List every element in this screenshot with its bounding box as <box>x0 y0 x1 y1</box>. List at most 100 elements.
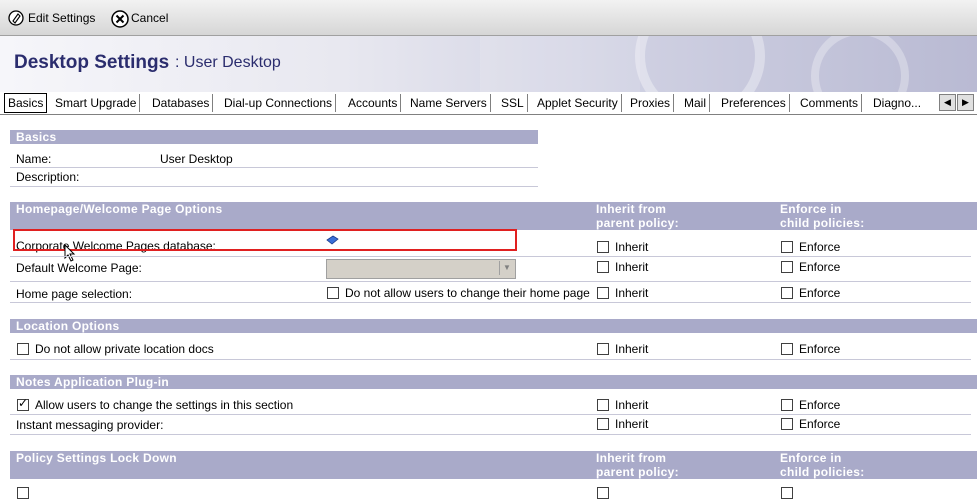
inherit-lockdown-checkbox-partial[interactable] <box>597 485 609 499</box>
divider <box>10 414 971 415</box>
tab-name-servers[interactable]: Name Servers <box>407 94 491 112</box>
inherit-location-checkbox[interactable]: Inherit <box>597 342 648 356</box>
description-label: Description: <box>16 170 80 184</box>
checkbox-box[interactable] <box>327 287 339 299</box>
tab-proxies[interactable]: Proxies <box>627 94 675 112</box>
im-provider-label: Instant messaging provider: <box>16 418 164 432</box>
cancel-button[interactable]: Cancel <box>111 7 168 29</box>
checkbox-box[interactable] <box>597 261 609 273</box>
enforce-lockdown-checkbox-partial[interactable] <box>781 485 793 499</box>
close-icon <box>111 10 129 28</box>
tab-scroll-right-icon[interactable]: ▶ <box>957 94 974 111</box>
default-welcome-page-select[interactable]: ▼ <box>326 259 516 279</box>
inherit-plugin-checkbox[interactable]: Inherit <box>597 398 648 412</box>
location-section-header: Location Options <box>10 319 977 333</box>
highlight-box <box>13 229 517 251</box>
no-change-home-page-checkbox[interactable]: Do not allow users to change their home … <box>327 286 590 300</box>
enforce-column-header-line2: child policies: <box>780 465 865 479</box>
checkbox-box[interactable] <box>781 287 793 299</box>
tab-diagnostics[interactable]: Diagno... <box>870 94 924 112</box>
enforce-label: Enforce <box>799 417 841 431</box>
home-page-selection-label: Home page selection: <box>16 287 133 301</box>
tab-scroll-controls: ◀ ▶ <box>939 94 974 111</box>
plugin-section-header: Notes Application Plug-in <box>10 375 977 389</box>
divider <box>10 186 538 187</box>
checkbox-box[interactable] <box>597 241 609 253</box>
enforce-label: Enforce <box>799 286 841 300</box>
no-change-home-page-label: Do not allow users to change their home … <box>345 286 590 300</box>
tab-preferences[interactable]: Preferences <box>718 94 790 112</box>
enforce-column-header: Enforce in <box>780 202 842 216</box>
homepage-section-header: Homepage/Welcome Page Options Inherit fr… <box>10 202 977 230</box>
enforce-location-checkbox[interactable]: Enforce <box>781 342 840 356</box>
tab-applet-security[interactable]: Applet Security <box>534 94 622 112</box>
checkbox-box[interactable] <box>17 396 29 411</box>
inherit-label: Inherit <box>615 398 649 412</box>
divider <box>10 434 971 435</box>
inherit-column-header-line2: parent policy: <box>596 216 679 230</box>
inherit-im-checkbox[interactable]: Inherit <box>597 417 648 431</box>
checkbox-box[interactable] <box>17 486 29 499</box>
enforce-im-checkbox[interactable]: Enforce <box>781 417 840 431</box>
inherit-column-header-line2: parent policy: <box>596 465 679 479</box>
inherit-default-checkbox[interactable]: Inherit <box>597 260 648 274</box>
tab-mail[interactable]: Mail <box>681 94 711 112</box>
page-title: Desktop Settings <box>14 52 170 73</box>
inherit-homesel-checkbox[interactable]: Inherit <box>597 286 648 300</box>
checkbox-box[interactable] <box>781 399 793 411</box>
checkbox-box[interactable] <box>597 343 609 355</box>
enforce-corp-checkbox[interactable]: Enforce <box>781 240 840 254</box>
enforce-column-header: Enforce in <box>780 451 842 465</box>
allow-change-settings-checkbox[interactable]: Allow users to change the settings in th… <box>17 396 293 412</box>
name-value: User Desktop <box>160 152 233 166</box>
tab-scroll-left-icon[interactable]: ◀ <box>939 94 956 111</box>
divider <box>10 167 538 168</box>
enforce-plugin-checkbox[interactable]: Enforce <box>781 398 840 412</box>
inherit-column-header: Inherit from <box>596 451 667 465</box>
tab-accounts[interactable]: Accounts <box>345 94 402 112</box>
inherit-label: Inherit <box>615 342 649 356</box>
tab-dialup-connections[interactable]: Dial-up Connections <box>221 94 337 112</box>
checkbox-box[interactable] <box>781 343 793 355</box>
checkbox-box[interactable] <box>597 287 609 299</box>
inherit-column-header: Inherit from <box>596 202 667 216</box>
checkbox-box[interactable] <box>781 486 793 499</box>
tab-smart-upgrade[interactable]: Smart Upgrade <box>52 94 141 112</box>
tab-ssl[interactable]: SSL <box>498 94 528 112</box>
inherit-corp-checkbox[interactable]: Inherit <box>597 240 648 254</box>
enforce-label: Enforce <box>799 240 841 254</box>
tab-databases[interactable]: Databases <box>149 94 214 112</box>
lockdown-checkbox-partial[interactable] <box>17 485 29 499</box>
name-label: Name: <box>16 152 52 166</box>
checkbox-box[interactable] <box>781 418 793 430</box>
lockdown-section-title: Policy Settings Lock Down <box>16 451 177 465</box>
divider <box>10 302 971 303</box>
enforce-label: Enforce <box>799 260 841 274</box>
enforce-homesel-checkbox[interactable]: Enforce <box>781 286 840 300</box>
checkbox-box[interactable] <box>17 343 29 355</box>
tab-basics[interactable]: Basics <box>4 93 48 113</box>
checkbox-box[interactable] <box>781 261 793 273</box>
tab-comments[interactable]: Comments <box>797 94 863 112</box>
no-private-location-label: Do not allow private location docs <box>35 342 214 356</box>
enforce-default-checkbox[interactable]: Enforce <box>781 260 840 274</box>
page-subtitle: : User Desktop <box>175 54 281 71</box>
divider <box>10 359 971 360</box>
edit-settings-button[interactable]: Edit Settings <box>8 7 95 29</box>
enforce-column-header-line2: child policies: <box>780 216 865 230</box>
checkbox-box[interactable] <box>597 418 609 430</box>
chevron-down-icon: ▼ <box>499 261 514 275</box>
checkbox-box[interactable] <box>597 399 609 411</box>
inherit-label: Inherit <box>615 417 649 431</box>
no-private-location-checkbox[interactable]: Do not allow private location docs <box>17 342 214 356</box>
default-welcome-page-label: Default Welcome Page: <box>16 261 142 275</box>
inherit-label: Inherit <box>615 260 649 274</box>
basics-section-header: Basics <box>10 130 538 144</box>
divider <box>10 256 971 257</box>
divider <box>10 281 971 282</box>
inherit-label: Inherit <box>615 286 649 300</box>
checkbox-box[interactable] <box>597 486 609 499</box>
checkbox-box[interactable] <box>781 241 793 253</box>
inherit-label: Inherit <box>615 240 649 254</box>
cancel-label: Cancel <box>131 11 169 25</box>
